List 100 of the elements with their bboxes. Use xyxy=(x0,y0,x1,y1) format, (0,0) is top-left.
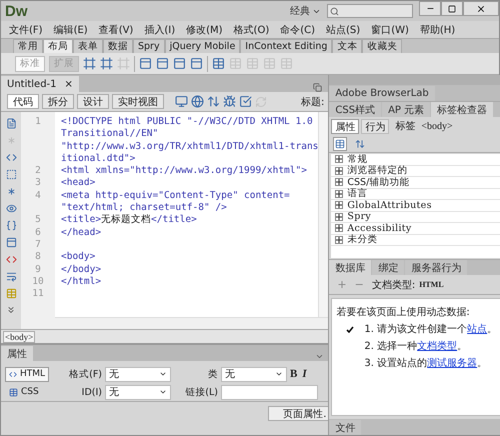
horizontal-scrollbar[interactable] xyxy=(55,317,328,329)
expand-icon[interactable] xyxy=(335,166,344,175)
panel-tab[interactable]: 属性 xyxy=(1,346,33,361)
insert-tab[interactable]: 收藏夹 xyxy=(362,39,402,53)
format-select[interactable]: 无 xyxy=(105,366,171,382)
italic-button[interactable]: I xyxy=(302,368,307,380)
document-icon[interactable] xyxy=(6,118,16,129)
panel-tab[interactable]: 文件 xyxy=(329,420,362,435)
category-label[interactable]: Spry xyxy=(347,211,372,222)
insert-tab[interactable]: Spry xyxy=(133,39,165,53)
sub-tab[interactable]: 属性 xyxy=(331,118,360,134)
id-select[interactable]: 无 xyxy=(105,384,171,400)
category-label[interactable]: 浏览器特定的 xyxy=(347,164,408,178)
insert-tab[interactable]: InContext Editing xyxy=(240,39,332,53)
panel-tab[interactable]: 绑定 xyxy=(372,260,404,275)
maximize-button[interactable] xyxy=(441,1,463,16)
braces-icon[interactable] xyxy=(6,220,16,231)
search-field[interactable] xyxy=(327,4,413,18)
expand-icon[interactable] xyxy=(6,305,16,315)
insert-tab[interactable]: 数据 xyxy=(103,39,133,53)
close-button[interactable] xyxy=(463,1,499,16)
css-toggle[interactable]: CSS xyxy=(5,384,49,400)
view-button[interactable]: 代码 xyxy=(7,94,39,109)
document-tab[interactable]: Untitled-1 × xyxy=(1,76,79,92)
panel-tab[interactable]: 数据库 xyxy=(329,260,372,275)
panel-tab[interactable]: Adobe BrowserLab xyxy=(329,86,435,101)
panel-icon[interactable] xyxy=(139,57,152,70)
expand-icon[interactable] xyxy=(335,236,344,244)
menu-item[interactable]: 查看(V) xyxy=(98,22,134,36)
monitor-icon[interactable] xyxy=(175,95,188,108)
panel-tab[interactable]: CSS样式 xyxy=(329,102,382,117)
menu-item[interactable]: 命令(C) xyxy=(280,22,316,36)
tag-selector[interactable]: <body> xyxy=(3,330,36,342)
eye-icon[interactable] xyxy=(6,203,16,214)
link-field[interactable] xyxy=(221,384,318,400)
category-label[interactable]: 常规 xyxy=(347,152,368,166)
view-button[interactable]: 实时视图 xyxy=(112,94,164,109)
page-properties-button[interactable]: 页面属性. xyxy=(268,406,328,421)
code-icon[interactable] xyxy=(6,254,16,265)
sort-icon[interactable] xyxy=(207,95,220,108)
close-icon xyxy=(476,4,486,14)
step-link[interactable]: 文档类型 xyxy=(417,341,458,352)
category-label[interactable]: 语言 xyxy=(347,187,368,200)
asterisk-icon[interactable] xyxy=(6,186,16,197)
insert-tab[interactable]: 文本 xyxy=(332,39,362,53)
globe-icon[interactable] xyxy=(191,95,204,108)
panel-tab[interactable]: 服务器行为 xyxy=(405,260,468,275)
line-number: 6 xyxy=(34,226,42,239)
menu-item[interactable]: 窗口(W) xyxy=(371,22,409,36)
expand-icon[interactable] xyxy=(335,201,344,210)
layout-icon[interactable] xyxy=(6,237,16,248)
panel-tab[interactable]: AP 元素 xyxy=(382,102,430,117)
insert-tab[interactable]: 表单 xyxy=(73,39,103,53)
code-icon xyxy=(9,370,17,378)
expand-icon[interactable] xyxy=(335,190,344,198)
expand-icon[interactable] xyxy=(335,178,344,186)
table-icon[interactable] xyxy=(212,57,225,70)
close-icon[interactable]: × xyxy=(64,78,73,90)
menu-item[interactable]: 文件(F) xyxy=(9,22,43,36)
view-button[interactable]: 拆分 xyxy=(42,94,74,109)
expand-icon[interactable] xyxy=(335,224,344,232)
category-label[interactable]: CSS/辅助功能 xyxy=(347,176,410,189)
code-icon[interactable] xyxy=(6,152,16,163)
step-text: 2. 选择一种文档类型。 xyxy=(364,340,468,353)
vertical-scrollbar[interactable] xyxy=(318,112,328,317)
html-toggle[interactable]: HTML xyxy=(5,366,49,382)
expand-icon[interactable] xyxy=(335,212,344,221)
insert-tab[interactable]: 常用 xyxy=(13,39,43,53)
wrap-icon[interactable] xyxy=(6,271,16,282)
expand-icon[interactable] xyxy=(335,155,344,164)
category-view-icon[interactable] xyxy=(333,136,348,150)
view-button[interactable]: 设计 xyxy=(77,94,109,109)
panel-tab[interactable]: 标签检查器 xyxy=(431,102,494,117)
menu-item[interactable]: 编辑(E) xyxy=(54,22,88,36)
menu-item[interactable]: 帮助(H) xyxy=(420,22,456,36)
sub-tab[interactable]: 行为 xyxy=(361,118,390,134)
category-label[interactable]: Accessibility xyxy=(347,222,412,234)
insert-tab[interactable]: 布局 xyxy=(43,39,73,53)
panel-icon[interactable] xyxy=(173,57,186,70)
step-text: 3. 设置站点的测试服务器。 xyxy=(364,356,488,370)
step-link[interactable]: 站点 xyxy=(467,324,488,335)
menu-item[interactable]: 修改(M) xyxy=(186,22,223,36)
workspace-dropdown[interactable]: 经典 xyxy=(290,4,321,18)
line-number: 1 xyxy=(34,116,42,129)
category-label[interactable]: 未分类 xyxy=(347,233,378,246)
panel-icon[interactable] xyxy=(156,57,169,70)
bug-icon[interactable] xyxy=(223,95,236,108)
class-select[interactable]: 无 xyxy=(221,366,287,382)
check-icon[interactable] xyxy=(239,95,252,108)
menu-item[interactable]: 格式(O) xyxy=(234,22,270,36)
step-link[interactable]: 测试服务器 xyxy=(427,358,478,369)
restore-icon[interactable] xyxy=(313,83,322,92)
menu-item[interactable]: 插入(I) xyxy=(144,22,176,36)
bold-button[interactable]: B xyxy=(290,368,298,380)
category-label[interactable]: GlobalAttributes xyxy=(347,200,432,211)
panel-icon[interactable] xyxy=(190,57,203,70)
menu-item[interactable]: 站点(S) xyxy=(326,22,360,36)
menu-icon[interactable] xyxy=(315,352,324,361)
line-number: 8 xyxy=(34,251,42,264)
insert-tab[interactable]: jQuery Mobile xyxy=(164,39,240,53)
